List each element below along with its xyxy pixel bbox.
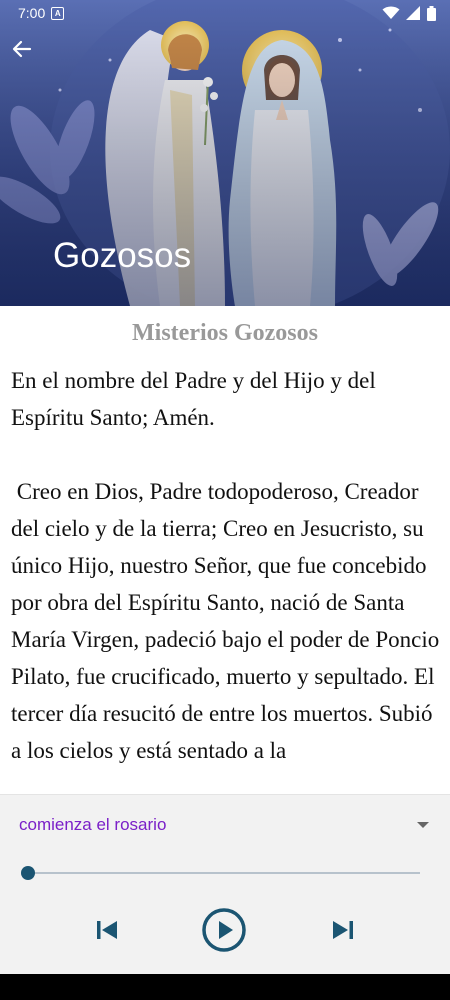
battery-icon (427, 5, 436, 21)
skip-next-icon (333, 921, 353, 939)
track-dropdown[interactable]: comienza el rosario (19, 811, 434, 839)
next-button[interactable] (328, 915, 358, 945)
track-label: comienza el rosario (19, 815, 167, 834)
audio-player: comienza el rosario (0, 794, 450, 975)
prayer-text: En el nombre del Padre y del Hijo y del … (11, 368, 440, 763)
wifi-icon (382, 6, 400, 19)
navigation-bar (0, 974, 450, 1000)
notification-icon: A (51, 6, 65, 20)
page-title: Gozosos (53, 236, 192, 275)
status-time: 7:00 (18, 5, 46, 21)
play-button[interactable] (201, 907, 247, 953)
playback-controls (0, 905, 450, 955)
play-circle-icon (202, 908, 246, 952)
dropdown-arrow-icon (417, 822, 429, 828)
arrow-left-icon (12, 40, 32, 58)
signal-icon (406, 6, 420, 20)
back-button[interactable] (12, 40, 50, 74)
seek-thumb[interactable] (21, 866, 35, 880)
seek-track (28, 872, 420, 874)
seek-bar[interactable] (21, 865, 420, 881)
previous-button[interactable] (92, 915, 122, 945)
prayer-content[interactable]: Misterios Gozosos En el nombre del Padre… (0, 306, 450, 794)
status-bar: 7:00 A (0, 0, 450, 26)
header-image: Gozosos (0, 0, 450, 306)
section-title: Misterios Gozosos (132, 320, 318, 346)
skip-previous-icon (97, 921, 117, 939)
